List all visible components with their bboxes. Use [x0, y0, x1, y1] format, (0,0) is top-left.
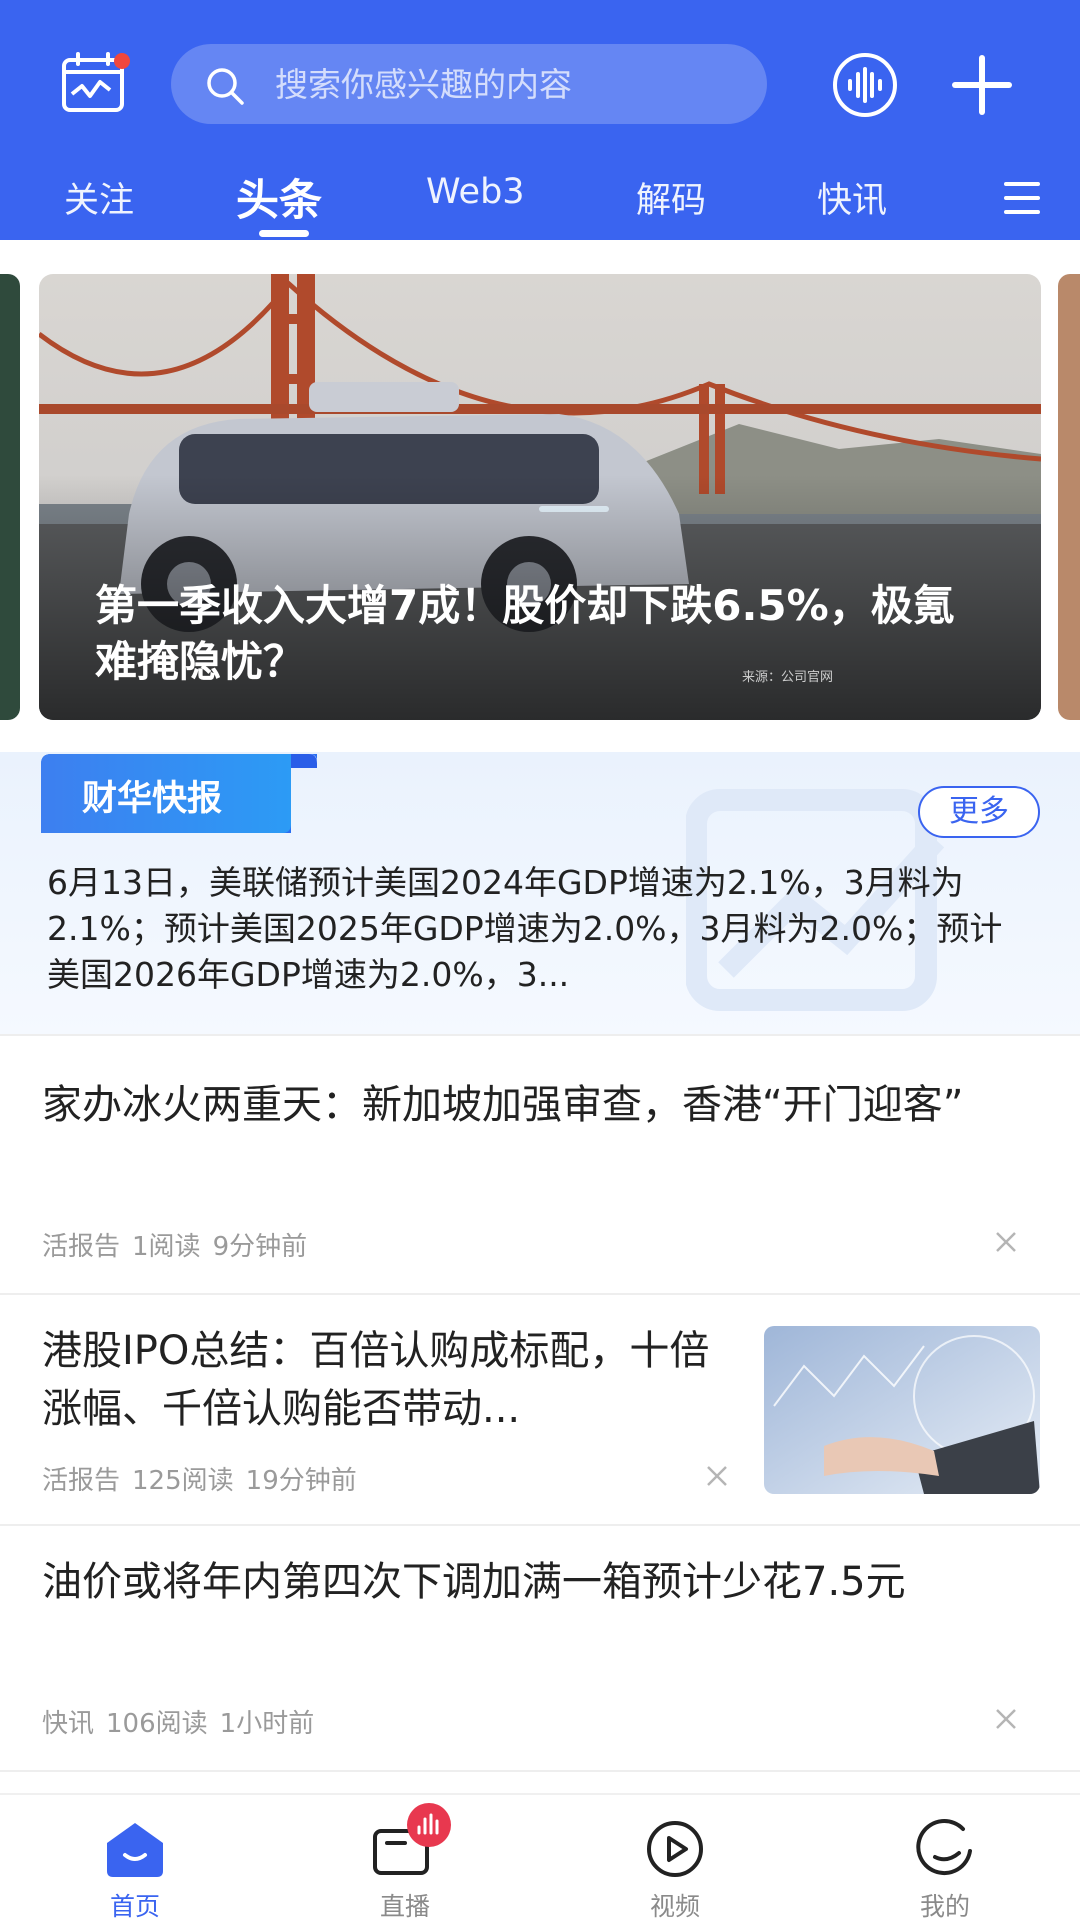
news-thumbnail[interactable]	[764, 1326, 1040, 1494]
nav-live[interactable]: 直播	[270, 1795, 540, 1920]
news-source: 快讯	[42, 1709, 95, 1739]
news-title[interactable]: 港股IPO总结：百倍认购成标配，十倍涨幅、千倍认购能否带动...	[42, 1322, 742, 1438]
menu-icon[interactable]	[1004, 178, 1040, 218]
banner-prev-peek[interactable]	[0, 274, 20, 720]
calendar-chart-button[interactable]	[60, 52, 132, 114]
news-time: 1小时前	[219, 1709, 315, 1739]
close-icon[interactable]	[705, 1464, 729, 1488]
banner-source: 来源：公司官网	[742, 670, 834, 685]
plus-icon[interactable]	[951, 54, 1013, 116]
news-meta: 快讯 106阅读 1小时前	[42, 1703, 326, 1740]
live-icon	[373, 1803, 451, 1875]
more-button[interactable]: 更多	[918, 786, 1040, 838]
active-tab-indicator	[259, 230, 309, 237]
tab-web3[interactable]: Web3	[426, 172, 525, 212]
search-bar[interactable]	[171, 44, 767, 124]
news-meta: 活报告 125阅读 19分钟前	[42, 1460, 369, 1497]
tab-follow[interactable]: 关注	[64, 172, 134, 223]
video-play-icon	[647, 1821, 703, 1877]
banner-title[interactable]: 第一季收入大增7成！股价却下跌6.5%，极氪难掩隐忧？	[95, 578, 995, 690]
flash-news-text[interactable]: 6月13日，美联储预计美国2024年GDP增速为2.1%，3月料为2.1%；预计…	[47, 860, 1022, 998]
news-source: 活报告	[42, 1466, 121, 1496]
banner-next-peek[interactable]	[1058, 274, 1080, 720]
nav-label: 首页	[109, 1892, 160, 1920]
divider	[0, 1770, 1080, 1772]
nav-profile[interactable]: 我的	[810, 1795, 1080, 1920]
flash-badge-label: 财华快报	[82, 779, 223, 819]
search-input[interactable]	[275, 54, 745, 114]
calendar-chart-icon	[62, 52, 130, 112]
tab-decode[interactable]: 解码	[636, 172, 706, 223]
top-header: 关注 头条 Web3 解码 快讯	[0, 0, 1080, 240]
channel-tabs: 关注 头条 Web3 解码 快讯	[0, 160, 1080, 240]
bottom-navigation: 首页 直播 视频 我的	[0, 1793, 1080, 1920]
news-title[interactable]: 油价或将年内第四次下调加满一箱预计少花7.5元	[42, 1553, 1032, 1611]
headline-banner[interactable]: 第一季收入大增7成！股价却下跌6.5%，极氪难掩隐忧？ 来源：公司官网	[39, 274, 1041, 720]
news-reads: 1阅读	[132, 1232, 201, 1262]
close-icon[interactable]	[994, 1230, 1018, 1254]
nav-label: 视频	[649, 1892, 700, 1920]
voice-wave-icon[interactable]	[832, 52, 898, 118]
nav-label: 我的	[919, 1892, 970, 1920]
news-title[interactable]: 家办冰火两重天：新加坡加强审查，香港“开门迎客”	[42, 1076, 1032, 1134]
tab-flash[interactable]: 快讯	[817, 172, 887, 223]
news-meta: 活报告 1阅读 9分钟前	[42, 1226, 319, 1263]
news-time: 19分钟前	[245, 1466, 357, 1496]
divider	[0, 1034, 1080, 1036]
close-icon[interactable]	[994, 1707, 1018, 1731]
profile-icon	[916, 1819, 972, 1876]
news-source: 活报告	[42, 1232, 121, 1262]
news-thumbnail-image	[764, 1326, 1040, 1494]
divider	[0, 1524, 1080, 1526]
nav-label: 直播	[379, 1892, 430, 1920]
tab-headlines[interactable]: 头条	[236, 166, 322, 228]
news-reads: 106阅读	[106, 1709, 208, 1739]
home-icon	[107, 1823, 163, 1877]
divider	[0, 1293, 1080, 1295]
nav-home[interactable]: 首页	[0, 1795, 270, 1920]
news-reads: 125阅读	[132, 1466, 234, 1496]
flash-news-section: 财华快报 更多 6月13日，美联储预计美国2024年GDP增速为2.1%，3月料…	[0, 752, 1080, 1034]
news-time: 9分钟前	[212, 1232, 308, 1262]
search-icon	[207, 68, 244, 105]
nav-video[interactable]: 视频	[540, 1795, 810, 1920]
